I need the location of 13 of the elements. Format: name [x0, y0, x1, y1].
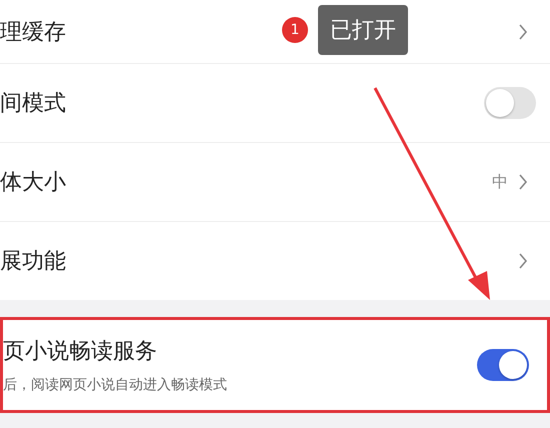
setting-value: 中 [492, 172, 508, 192]
setting-label: 间模式 [0, 90, 66, 118]
toggle-switch[interactable] [477, 349, 529, 381]
tooltip: 已打开 [318, 5, 408, 55]
setting-label: 展功能 [0, 248, 66, 276]
setting-label: 理缓存 [0, 18, 66, 46]
setting-label: 页小说畅读服务 [3, 338, 157, 366]
chevron-right-icon[interactable] [518, 22, 528, 40]
chevron-right-icon[interactable] [518, 252, 528, 270]
setting-label: 体大小 [0, 169, 66, 197]
toggle-switch[interactable] [484, 87, 536, 119]
setting-description: 后，阅读网页小说自动进入畅读模式 [3, 376, 227, 394]
chevron-right-icon[interactable] [518, 173, 528, 191]
